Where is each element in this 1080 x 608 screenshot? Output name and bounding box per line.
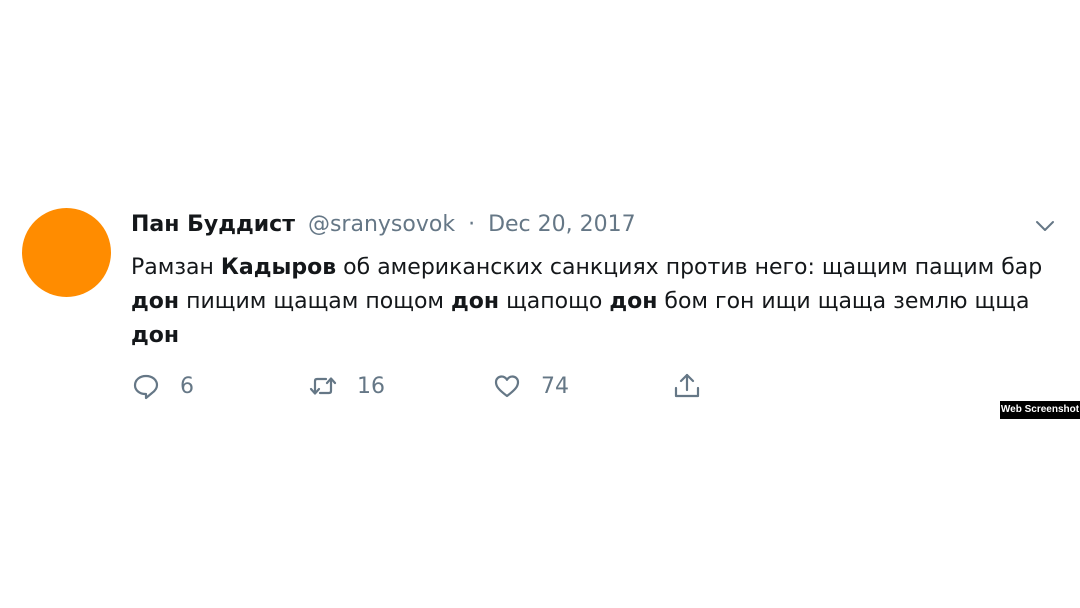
retweet-count: 16 bbox=[357, 373, 385, 399]
share-icon bbox=[674, 373, 700, 398]
tweet-date[interactable]: Dec 20, 2017 bbox=[488, 212, 636, 237]
tweet-text-segment: бом гон ищи щаща землю щща bbox=[657, 289, 1030, 314]
like-button[interactable]: 74 bbox=[493, 370, 569, 402]
tweet-text-bold: дон bbox=[451, 289, 500, 314]
chevron-down-icon[interactable] bbox=[1033, 214, 1057, 238]
reply-count: 6 bbox=[180, 373, 194, 399]
tweet-text-segment: щапощо bbox=[499, 289, 610, 314]
tweet-header: Пан Буддист @sranysovok · Dec 20, 2017 bbox=[131, 210, 636, 240]
tweet-text-bold: дон bbox=[131, 323, 180, 348]
share-button[interactable] bbox=[673, 370, 701, 402]
author-handle[interactable]: @sranysovok bbox=[308, 212, 455, 237]
tweet-text: Рамзан Кадыров об американских санкциях … bbox=[131, 251, 1046, 353]
retweet-button[interactable]: 16 bbox=[309, 370, 385, 402]
tweet-text-segment: пищим щащам пощом bbox=[179, 289, 451, 314]
retweet-icon bbox=[309, 377, 337, 395]
header-separator: · bbox=[468, 212, 476, 237]
tweet-text-bold: дон bbox=[131, 289, 180, 314]
like-count: 74 bbox=[541, 373, 569, 399]
like-icon bbox=[494, 375, 520, 398]
web-screenshot-badge: Web Screenshot bbox=[1000, 401, 1080, 419]
tweet-text-segment: об американских санкциях против него: ща… bbox=[336, 255, 1043, 280]
avatar[interactable] bbox=[22, 208, 111, 297]
tweet-text-bold: Кадыров bbox=[220, 255, 337, 280]
author-name[interactable]: Пан Буддист bbox=[131, 212, 295, 237]
tweet-text-segment: Рамзан bbox=[131, 255, 221, 280]
tweet-card: Пан Буддист @sranysovok · Dec 20, 2017 Р… bbox=[0, 0, 1080, 608]
reply-button[interactable]: 6 bbox=[132, 370, 194, 402]
reply-icon bbox=[133, 374, 159, 400]
tweet-text-bold: дон bbox=[609, 289, 658, 314]
